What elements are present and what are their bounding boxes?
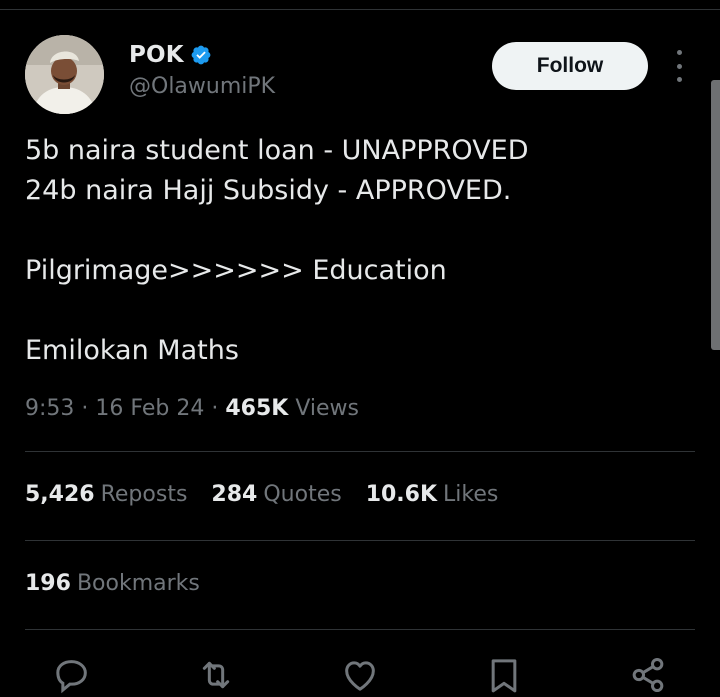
avatar-image xyxy=(25,35,104,114)
quotes-count: 284 xyxy=(211,482,258,507)
bookmarks-label: Bookmarks xyxy=(76,571,200,596)
share-icon[interactable] xyxy=(627,655,669,697)
views-label: Views xyxy=(295,396,359,421)
likes-stat[interactable]: 10.6K Likes xyxy=(366,482,499,507)
tweet-date[interactable]: 16 Feb 24 xyxy=(95,396,204,421)
meta-separator: · xyxy=(81,396,96,421)
views-count: 465K xyxy=(225,396,289,421)
divider xyxy=(25,629,695,630)
author-handle[interactable]: @OlawumiPK xyxy=(129,74,275,99)
verified-badge-icon xyxy=(190,44,212,66)
tweet-meta: 9:53 · 16 Feb 24 · 465K Views xyxy=(25,396,359,421)
more-options-icon[interactable] xyxy=(671,50,687,82)
likes-count: 10.6K xyxy=(365,482,438,507)
like-icon[interactable] xyxy=(339,655,381,697)
divider xyxy=(25,451,695,452)
avatar[interactable] xyxy=(25,35,104,114)
bookmark-icon[interactable] xyxy=(483,655,525,697)
tweet-line: Emilokan Maths xyxy=(25,335,239,366)
meta-separator: · xyxy=(211,396,226,421)
tweet-line xyxy=(25,291,685,331)
divider xyxy=(25,540,695,541)
reply-icon[interactable] xyxy=(51,655,93,697)
top-divider xyxy=(0,9,720,10)
reposts-label: Reposts xyxy=(100,482,188,507)
reposts-stat[interactable]: 5,426 Reposts xyxy=(25,482,187,507)
scrollbar[interactable] xyxy=(711,80,720,350)
repost-icon[interactable] xyxy=(195,655,237,697)
tweet-line: 24b naira Hajj Subsidy - APPROVED. xyxy=(25,175,512,206)
tweet-line: 5b naira student loan - UNAPPROVED xyxy=(25,135,529,166)
likes-label: Likes xyxy=(443,482,499,507)
engagement-stats: 5,426 Reposts 284 Quotes 10.6K Likes xyxy=(25,482,498,507)
tweet-text: 5b naira student loan - UNAPPROVED 24b n… xyxy=(25,131,685,371)
author-name[interactable]: POK xyxy=(129,42,184,68)
follow-button[interactable]: Follow xyxy=(492,42,648,90)
quotes-label: Quotes xyxy=(263,482,342,507)
tweet-line: Pilgrimage>>>>>> Education xyxy=(25,255,447,286)
tweet-line xyxy=(25,211,685,251)
author-name-row[interactable]: POK xyxy=(129,42,212,68)
reposts-count: 5,426 xyxy=(25,482,95,507)
quotes-stat[interactable]: 284 Quotes xyxy=(211,482,341,507)
tweet-time[interactable]: 9:53 xyxy=(25,396,74,421)
bookmarks-stat[interactable]: 196 Bookmarks xyxy=(25,571,200,596)
action-bar xyxy=(0,655,720,697)
bookmarks-count: 196 xyxy=(25,571,71,596)
